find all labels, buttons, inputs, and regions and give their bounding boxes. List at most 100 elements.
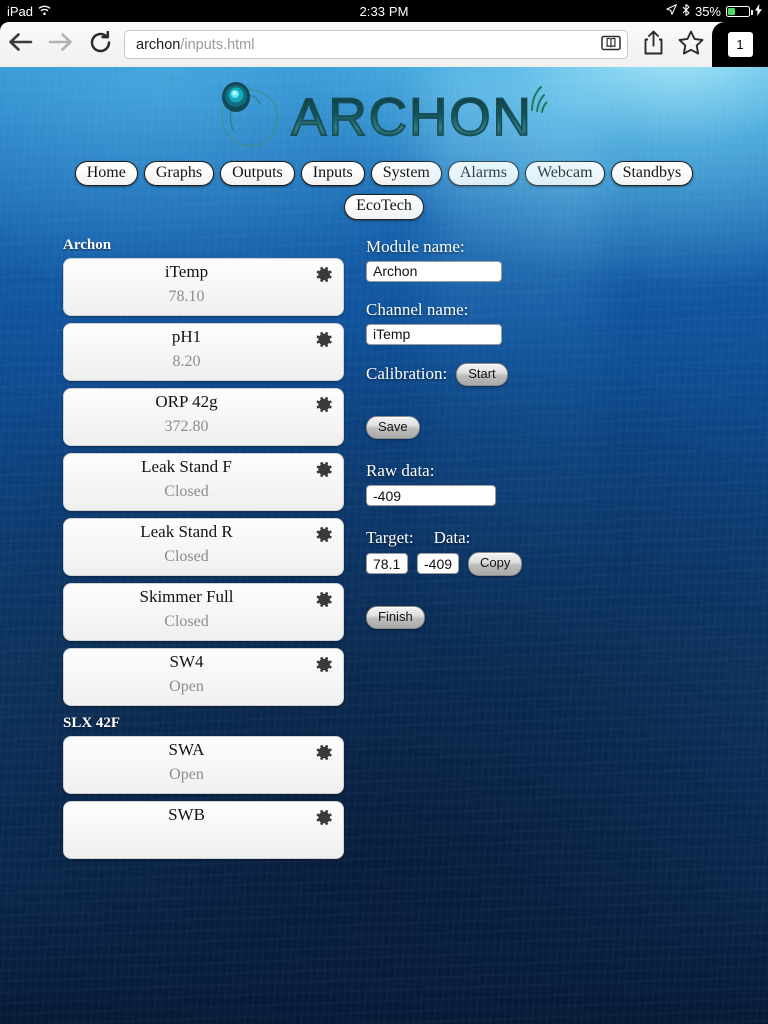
channel-name: Leak Stand R (140, 521, 233, 541)
module-name-label: Module name: (366, 236, 465, 256)
channel-name: iTemp (164, 261, 209, 281)
bluetooth-icon (682, 3, 690, 19)
group-title-archon: Archon (63, 236, 112, 253)
nav-item-outputs[interactable]: Outputs (220, 161, 295, 187)
gear-icon[interactable] (314, 525, 333, 544)
calibration-start-button[interactable]: Start (456, 362, 508, 387)
nav-item-system[interactable]: System (370, 161, 442, 187)
list-item[interactable]: ORP 42g 372.80 (63, 387, 344, 446)
reload-button[interactable] (80, 22, 120, 67)
gear-icon[interactable] (314, 265, 333, 284)
channel-list-panel: Archon iTemp 78.10 pH1 8.20 ORP 42g 372.… (0, 237, 355, 866)
group-title-slx42f: SLX 42F (63, 714, 121, 731)
bookmark-button[interactable] (672, 30, 710, 60)
url-bar[interactable]: archon/inputs.html (124, 30, 628, 59)
tabs-button[interactable]: 1 (712, 22, 768, 67)
list-item[interactable]: SWB (63, 800, 344, 859)
target-data-row: Copy (366, 552, 768, 576)
save-row: Save (366, 416, 768, 440)
channel-name: SW4 (169, 651, 204, 671)
list-item[interactable]: SWA Open (63, 735, 344, 794)
reader-view-icon[interactable] (601, 35, 621, 55)
forward-button[interactable] (40, 22, 80, 67)
channel-name: Skimmer Full (139, 586, 234, 606)
logo-wordmark: ARCHON (290, 87, 533, 147)
url-domain: archon (136, 36, 181, 53)
gear-icon[interactable] (314, 808, 333, 827)
module-name-input[interactable] (366, 260, 502, 282)
ios-status-bar: iPad 2:33 PM 35% (0, 0, 768, 22)
list-item[interactable]: Skimmer Full Closed (63, 582, 344, 641)
finish-button[interactable]: Finish (366, 605, 425, 629)
raw-data-input[interactable] (366, 485, 496, 507)
status-bar-right: 35% (666, 3, 768, 19)
target-input[interactable] (366, 553, 408, 575)
gear-icon[interactable] (314, 395, 333, 414)
tab-count-label: 1 (727, 32, 753, 57)
channel-name: pH1 (171, 326, 202, 346)
nav-item-home[interactable]: Home (74, 161, 138, 187)
list-item[interactable]: SW4 Open (63, 647, 344, 706)
save-button[interactable]: Save (366, 416, 420, 440)
nav-item-inputs[interactable]: Inputs (300, 161, 365, 187)
safari-toolbar: archon/inputs.html 1 (0, 22, 768, 67)
reload-icon (89, 30, 112, 59)
back-button[interactable] (0, 22, 40, 67)
location-arrow-icon (666, 4, 677, 18)
main-nav-row-1: Home Graphs Outputs Inputs System Alarms… (0, 161, 768, 187)
list-item[interactable]: Leak Stand R Closed (63, 517, 344, 576)
copy-button[interactable]: Copy (468, 552, 523, 576)
channel-value: Open (169, 765, 204, 783)
archon-inputs-page: ARCHON Home Graphs Outputs Inputs System… (0, 67, 768, 1024)
gear-icon[interactable] (314, 330, 333, 349)
nav-item-alarms[interactable]: Alarms (447, 161, 519, 187)
data-input[interactable] (417, 553, 459, 575)
calibration-row: Calibration: Start (366, 362, 768, 387)
bookmark-star-icon (678, 30, 704, 60)
finish-row: Finish (366, 605, 768, 629)
share-icon (643, 30, 664, 60)
battery-percent-label: 35% (694, 3, 721, 19)
nav-item-standbys[interactable]: Standbys (610, 161, 694, 187)
share-button[interactable] (634, 30, 672, 60)
channel-name: SWB (168, 804, 205, 824)
back-arrow-icon (8, 31, 33, 58)
channel-name: Leak Stand F (141, 456, 232, 476)
channel-value: 8.20 (172, 352, 201, 370)
channel-value: Closed (164, 482, 209, 500)
target-data-labels: Target: Data: (366, 528, 768, 548)
list-item[interactable]: pH1 8.20 (63, 322, 344, 381)
calibration-label: Calibration: (366, 364, 448, 384)
url-path: /inputs.html (180, 36, 255, 53)
channel-name-input[interactable] (366, 323, 502, 345)
url-text: archon/inputs.html (136, 37, 255, 53)
channel-value: 372.80 (164, 417, 209, 435)
forward-arrow-icon (48, 31, 73, 58)
gear-icon[interactable] (314, 743, 333, 762)
lightning-bolt-icon (755, 3, 762, 19)
channel-value: 78.10 (168, 287, 205, 305)
gear-icon[interactable] (314, 655, 333, 674)
list-item[interactable]: Leak Stand F Closed (63, 452, 344, 511)
raw-data-label: Raw data: (366, 461, 435, 481)
gear-icon[interactable] (314, 460, 333, 479)
channel-name: SWA (168, 739, 205, 759)
channel-name-label: Channel name: (366, 299, 469, 319)
battery-icon (726, 5, 753, 17)
nav-item-webcam[interactable]: Webcam (524, 161, 605, 187)
signal-waves-icon (527, 84, 553, 114)
nav-item-ecotech[interactable]: EcoTech (344, 194, 424, 220)
list-item[interactable]: iTemp 78.10 (63, 257, 344, 316)
archon-circle-logo-icon (205, 76, 287, 150)
channel-value: Closed (164, 547, 209, 565)
target-label: Target: (366, 528, 414, 548)
gear-icon[interactable] (314, 590, 333, 609)
status-bar-clock: 2:33 PM (359, 3, 409, 19)
main-nav-row-2: EcoTech (0, 194, 768, 220)
site-logo: ARCHON (0, 67, 768, 159)
channel-value: Open (169, 677, 204, 695)
channel-settings-form: Module name: Channel name: Calibration: … (355, 237, 768, 866)
data-label: Data: (433, 528, 471, 548)
channel-value: Closed (164, 612, 209, 630)
nav-item-graphs[interactable]: Graphs (143, 161, 215, 187)
